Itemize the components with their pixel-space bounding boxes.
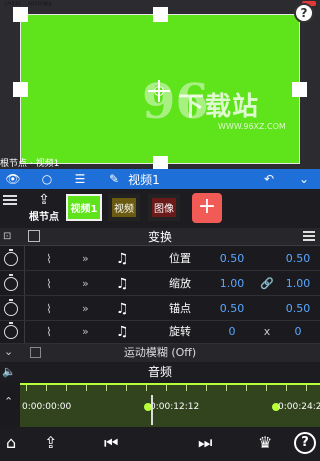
layer-title[interactable]: 视频1 xyxy=(124,169,164,189)
param-value-x[interactable]: 1.00 xyxy=(212,272,252,296)
video-preview[interactable]: 上午1:51 9月21日周五 96 下载站 WWW.96XZ.COM 根节点 ·… xyxy=(0,0,320,169)
status-date: 9月21日周五 xyxy=(28,1,52,6)
param-name: 位置 xyxy=(169,252,191,265)
chevron-right-icon[interactable]: » xyxy=(82,297,89,321)
keyframe-stopwatch-icon[interactable] xyxy=(4,322,18,339)
keyframe-stopwatch-icon[interactable] xyxy=(4,274,18,291)
status-time: 上午1:51 xyxy=(4,1,21,6)
section-menu-icon[interactable] xyxy=(303,231,315,243)
timecode-end: 0:00:24:24 xyxy=(278,402,320,412)
param-separator: x xyxy=(263,325,271,338)
resize-handle-top[interactable] xyxy=(153,7,168,22)
collapse-chevron-icon[interactable]: ⌄ xyxy=(294,169,314,189)
layers-icon[interactable]: ♛ xyxy=(258,433,272,452)
preview-help-button[interactable]: ? xyxy=(294,3,314,23)
param-row-rotation: ⌇ » ♫ 旋转 0 x 0 xyxy=(0,320,320,344)
layer-thumb-image[interactable]: 图像 xyxy=(148,194,180,221)
timecode-mid: 0:00:12:12 xyxy=(150,402,200,412)
resize-handle-right[interactable] xyxy=(292,82,307,97)
bottom-bar: ⌂ ⇪ ⏮ ⏭ ♛ ? xyxy=(0,427,320,461)
curve-icon[interactable]: ⌇ xyxy=(46,320,52,344)
previous-keyframe-icon[interactable]: ⏮ xyxy=(104,433,118,453)
audio-section-header: 🔈 音频 xyxy=(0,363,320,381)
layer-thumb-video[interactable]: 视频 xyxy=(108,194,140,221)
audio-link-icon[interactable]: ♫ xyxy=(116,247,129,271)
top-toolbar: 👁 ○ ☰ ✎ 视频1 ↶ ⌄ xyxy=(0,169,320,189)
resize-handle-top-left[interactable] xyxy=(13,7,28,22)
help-button[interactable]: ? xyxy=(294,432,316,454)
undo-icon[interactable]: ↶ xyxy=(260,169,278,189)
audio-link-icon[interactable]: ♫ xyxy=(116,297,129,321)
param-value-y[interactable]: 0 xyxy=(278,320,318,344)
layer-list-icon[interactable] xyxy=(3,195,17,209)
param-row-scale: ⌇ » ♫ 缩放 1.00 🔗 1.00 xyxy=(0,272,320,296)
layer-path-overlay: 根节点 · 视频1 xyxy=(0,159,60,169)
param-name: 锚点 xyxy=(169,302,191,315)
export-up-icon: ⇪ xyxy=(38,192,50,208)
status-bar: 上午1:51 9月21日周五 xyxy=(4,1,58,7)
param-value-y[interactable]: 0.50 xyxy=(278,297,318,321)
param-value-y[interactable]: 0.50 xyxy=(278,247,318,271)
param-row-anchor: ⌇ » ♫ 锚点 0.50 0.50 xyxy=(0,297,320,321)
param-value-x[interactable]: 0.50 xyxy=(212,247,252,271)
watermark-text: 下载站 xyxy=(178,92,260,122)
transform-title: 变换 xyxy=(147,230,172,244)
timeline-track[interactable]: 0:00:00:00 0:00:12:12 0:00:24:24 xyxy=(20,383,320,427)
add-layer-button[interactable]: + xyxy=(192,193,222,223)
param-row-position: ⌇ » ♫ 位置 0.50 0.50 xyxy=(0,247,320,271)
layer-thumb-video1[interactable]: 视频1 xyxy=(66,194,102,221)
transform-section-header[interactable]: ⊡ 变换 xyxy=(0,228,320,246)
chevron-right-icon[interactable]: » xyxy=(82,247,89,271)
param-name: 缩放 xyxy=(169,277,191,290)
next-keyframe-icon[interactable]: ⏭ xyxy=(198,433,212,453)
motion-blur-row: ⌄ 运动模糊 (Off) xyxy=(0,344,320,362)
chevron-right-icon[interactable]: » xyxy=(82,272,89,296)
share-icon[interactable]: ⇪ xyxy=(44,433,57,452)
home-icon[interactable]: ⌂ xyxy=(6,433,16,452)
audio-title: 音频 xyxy=(147,365,172,379)
menu-icon[interactable]: ☰ xyxy=(70,169,90,189)
timecode-start: 0:00:00:00 xyxy=(22,402,72,412)
curve-icon[interactable]: ⌇ xyxy=(46,272,52,296)
curve-icon[interactable]: ⌇ xyxy=(46,247,52,271)
circle-icon[interactable]: ○ xyxy=(38,169,56,189)
timeline-expand-icon[interactable]: ⌃ xyxy=(4,395,13,408)
timeline-ruler xyxy=(20,385,320,395)
curve-icon[interactable]: ⌇ xyxy=(46,297,52,321)
param-value-x[interactable]: 0 xyxy=(212,320,252,344)
resize-handle-bottom[interactable] xyxy=(153,156,168,169)
layer-thumb-label: 视频 xyxy=(112,198,136,217)
audio-link-icon[interactable]: ♫ xyxy=(116,272,129,296)
resize-handle-left[interactable] xyxy=(13,82,28,97)
keyframe-stopwatch-icon[interactable] xyxy=(4,249,18,266)
layer-thumb-label: 图像 xyxy=(152,198,176,217)
motion-blur-label: 运动模糊 (Off) xyxy=(123,346,197,359)
eye-icon[interactable]: 👁 xyxy=(4,169,22,189)
rename-pen-icon[interactable]: ✎ xyxy=(106,169,122,189)
param-value-x[interactable]: 0.50 xyxy=(212,297,252,321)
root-node-button[interactable]: ⇪ 根节点 xyxy=(26,192,62,223)
layer-thumb-label: 视频1 xyxy=(70,204,98,215)
link-chain-icon[interactable]: 🔗 xyxy=(256,272,278,296)
chevron-right-icon[interactable]: » xyxy=(82,320,89,344)
audio-link-icon[interactable]: ♫ xyxy=(116,320,129,344)
root-node-label: 根节点 xyxy=(29,212,59,223)
playhead-marker[interactable] xyxy=(151,395,153,425)
layer-track-row: ⇪ 根节点 视频1 视频 图像 + xyxy=(0,189,320,228)
param-value-y[interactable]: 1.00 xyxy=(278,272,318,296)
watermark-url: WWW.96XZ.COM xyxy=(218,122,286,131)
param-name: 旋转 xyxy=(169,325,191,338)
keyframe-stopwatch-icon[interactable] xyxy=(4,299,18,316)
